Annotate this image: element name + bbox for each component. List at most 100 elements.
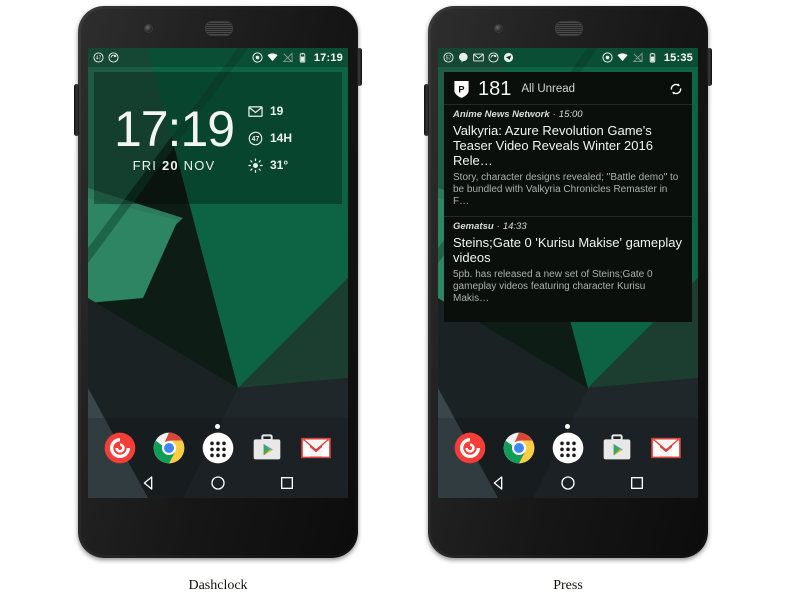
battery-icon <box>649 52 656 63</box>
earpiece-speaker-icon <box>205 21 233 36</box>
app-icon-play-store[interactable] <box>251 432 283 464</box>
dashclock-weather-value: 31° <box>270 158 289 172</box>
navigation-bar <box>88 468 348 498</box>
press-widget-header: P 181 All Unread <box>444 72 692 104</box>
dashclock-time: 17:19 <box>113 100 235 157</box>
pocketcasts-icon <box>455 432 486 464</box>
press-shield-icon: P <box>454 80 469 98</box>
play-store-icon <box>253 434 281 460</box>
press-article-time: 15:00 <box>558 109 583 120</box>
press-article-row[interactable]: Gematsu · 14:33 Steins;Gate 0 'Kurisu Maki… <box>444 216 692 313</box>
home-button[interactable] <box>560 475 576 491</box>
wifi-icon <box>617 53 628 62</box>
dashclock-extension-badge[interactable]: 47 14H <box>248 131 332 146</box>
back-button[interactable] <box>491 475 507 491</box>
navigation-bar <box>438 468 698 498</box>
phone-screen-press[interactable]: 57 15:35 P 181 All Unread Anime News Net… <box>438 48 698 498</box>
back-button[interactable] <box>141 475 157 491</box>
press-article-source-line: Gematsu · 14:33 <box>453 221 683 232</box>
battery-icon <box>299 52 306 63</box>
press-article-snippet: 5pb. has released a new set of Steins;Ga… <box>453 269 653 304</box>
sync-icon <box>108 52 119 63</box>
press-article-source-line: Anime News Network · 15:00 <box>453 109 683 120</box>
pocketcasts-icon <box>105 432 136 464</box>
press-article-row[interactable]: Anime News Network · 15:00 Valkyria: Azure… <box>444 104 692 216</box>
press-article-headline: Steins;Gate 0 'Kurisu Makise' gameplay v… <box>453 235 682 265</box>
status-bar-system-icons: 15:35 <box>602 52 693 64</box>
app-icon-pocketcasts[interactable] <box>454 432 486 464</box>
dock <box>88 428 348 468</box>
svg-text:P: P <box>458 84 464 94</box>
dashclock-clock-area: 17:19 FRI 20 NOV <box>104 104 248 173</box>
app-icon-chrome[interactable] <box>503 432 535 464</box>
dashclock-date-number: 20 <box>161 157 179 173</box>
dock <box>438 428 698 468</box>
dashclock-extensions: 19 47 14H 31° <box>248 104 332 173</box>
app-icon-chrome[interactable] <box>153 432 185 464</box>
sync-icon <box>488 52 499 63</box>
svg-text:47: 47 <box>252 136 260 143</box>
caption-dashclock: Dashclock <box>188 578 248 593</box>
dashclock-badge-value: 14H <box>270 131 293 145</box>
status-bar: 47 17:19 <box>88 48 348 67</box>
press-unread-count: 181 <box>478 78 512 100</box>
press-article-separator: · <box>552 109 556 120</box>
hangouts-icon <box>458 52 468 63</box>
gmail-icon <box>248 105 263 117</box>
dashclock-date: FRI 20 NOV <box>104 158 244 173</box>
phone-device-press: 57 15:35 P 181 All Unread Anime News Net… <box>418 6 718 562</box>
app-icon-gmail[interactable] <box>300 432 332 464</box>
recents-button[interactable] <box>629 475 645 491</box>
dashclock-gmail-value: 19 <box>270 104 284 118</box>
press-feed-title: All Unread <box>521 83 576 95</box>
badge-47-icon: 47 <box>93 52 104 63</box>
dashclock-extension-weather[interactable]: 31° <box>248 157 332 173</box>
refresh-icon[interactable] <box>669 82 683 96</box>
app-icon-app-drawer[interactable] <box>552 432 584 464</box>
dashclock-widget[interactable]: 17:19 FRI 20 NOV 19 47 14H 31° <box>94 72 342 204</box>
signal-off-icon <box>632 52 643 63</box>
screenshot-stage: 47 17:19 17:19 FRI 20 NOV 19 47 14H 31° … <box>0 0 800 600</box>
power-button[interactable] <box>357 48 362 86</box>
earpiece-speaker-icon <box>555 21 583 36</box>
press-article-source: Gematsu <box>453 221 494 232</box>
press-article-separator: · <box>496 221 500 232</box>
press-article-headline: Valkyria: Azure Revolution Game's Teaser… <box>453 123 653 168</box>
svg-text:57: 57 <box>446 55 452 61</box>
phone-screen-dashclock[interactable]: 47 17:19 17:19 FRI 20 NOV 19 47 14H 31° <box>88 48 348 498</box>
signal-off-icon <box>282 52 293 63</box>
recents-button[interactable] <box>279 475 295 491</box>
chrome-icon <box>503 432 535 464</box>
volume-button[interactable] <box>424 84 429 136</box>
front-camera-icon <box>494 24 503 33</box>
location-icon <box>602 52 613 63</box>
power-button[interactable] <box>707 48 712 86</box>
status-bar-system-icons: 17:19 <box>252 52 343 64</box>
press-article-time: 14:33 <box>502 221 527 232</box>
app-drawer-icon <box>552 432 584 464</box>
press-widget[interactable]: P 181 All Unread Anime News Network · 15:0… <box>444 72 692 322</box>
status-bar: 57 15:35 <box>438 48 698 67</box>
status-bar-clock: 15:35 <box>663 51 693 64</box>
app-icon-gmail[interactable] <box>650 432 682 464</box>
status-bar-notification-icons: 47 <box>93 52 119 63</box>
volume-button[interactable] <box>74 84 79 136</box>
dashclock-date-month: NOV <box>183 157 216 173</box>
badge-57-icon: 57 <box>443 52 454 63</box>
press-article-source: Anime News Network <box>453 109 550 120</box>
dashclock-extension-gmail[interactable]: 19 <box>248 104 332 119</box>
front-camera-icon <box>144 24 153 33</box>
app-icon-play-store[interactable] <box>601 432 633 464</box>
status-bar-clock: 17:19 <box>313 51 343 64</box>
play-store-icon <box>603 434 631 460</box>
app-icon-app-drawer[interactable] <box>202 432 234 464</box>
status-bar-notification-icons: 57 <box>443 52 514 63</box>
gmail-icon <box>650 437 681 459</box>
badge-47-icon: 47 <box>248 131 263 145</box>
phone-device-dashclock: 47 17:19 17:19 FRI 20 NOV 19 47 14H 31° <box>68 6 368 562</box>
press-article-snippet: Story, character designs revealed; "Batt… <box>453 172 679 207</box>
home-button[interactable] <box>210 475 226 491</box>
app-icon-pocketcasts[interactable] <box>104 432 136 464</box>
caption-press: Press <box>553 578 583 593</box>
chrome-icon <box>153 432 185 464</box>
